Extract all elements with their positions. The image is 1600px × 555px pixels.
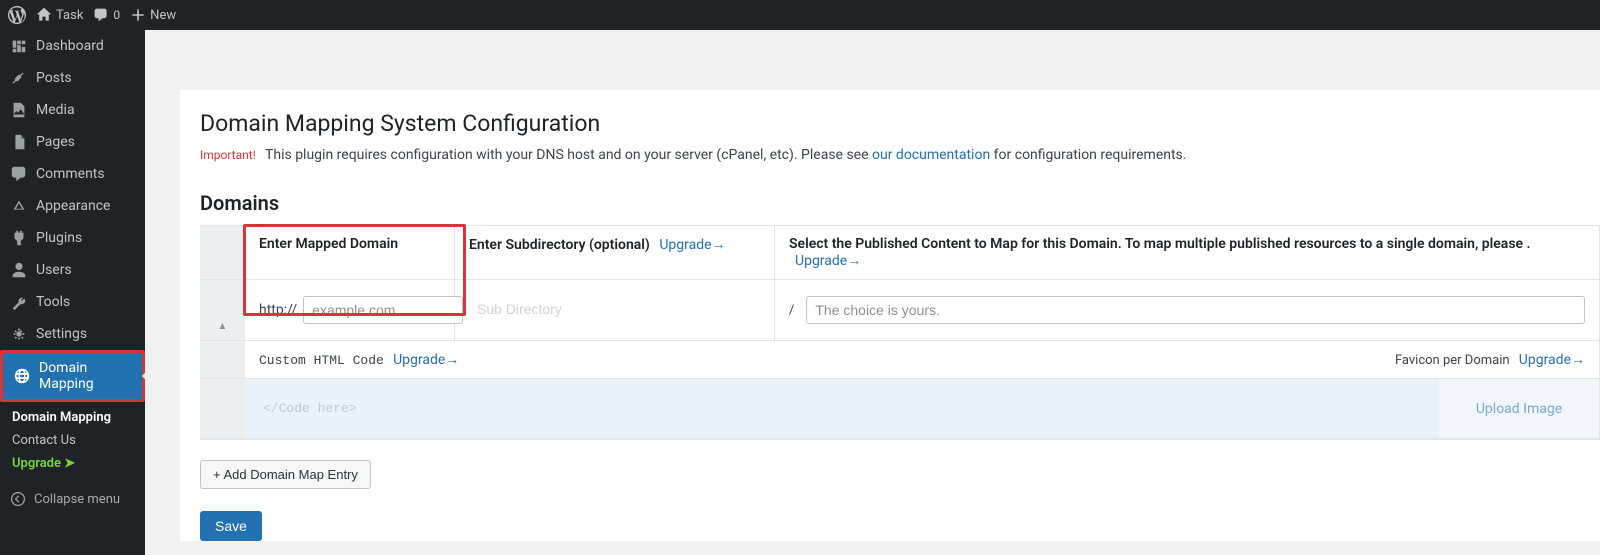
admin-bar: Task 0 New <box>0 0 1600 30</box>
sidebar-item-label: Appearance <box>36 198 110 214</box>
col-mapped-domain-head: Enter Mapped Domain <box>245 226 455 279</box>
custom-html-upgrade-link[interactable]: Upgrade→ <box>393 352 459 368</box>
domains-heading: Domains <box>200 191 1600 215</box>
comment-icon <box>93 7 109 23</box>
col-subdirectory-head: Enter Subdirectory (optional) Upgrade→ <box>455 226 775 279</box>
sidebar-item-label: Plugins <box>36 230 82 246</box>
comments-count: 0 <box>113 8 120 22</box>
col2-label: Enter Subdirectory (optional) <box>469 237 650 253</box>
drag-column <box>200 226 245 279</box>
new-label: New <box>150 8 176 23</box>
documentation-link[interactable]: our documentation <box>872 147 990 163</box>
comments-link[interactable]: 0 <box>93 7 120 23</box>
collapse-menu[interactable]: Collapse menu <box>0 483 145 515</box>
site-name: Task <box>56 8 83 23</box>
sidebar-item-label: Dashboard <box>36 38 104 54</box>
submenu-contact-us[interactable]: Contact Us <box>12 429 145 452</box>
settings-icon <box>10 325 28 343</box>
http-prefix: http:// <box>259 302 297 318</box>
col-content-head: Select the Published Content to Map for … <box>775 226 1599 279</box>
config-panel: Domain Mapping System Configuration Impo… <box>180 90 1600 541</box>
plus-icon <box>130 7 146 23</box>
tools-icon <box>10 293 28 311</box>
custom-html-textarea: </Code here> <box>245 379 1439 438</box>
col1-label: Enter Mapped Domain <box>259 236 398 252</box>
sidebar-item-label: Posts <box>36 70 72 86</box>
submenu-upgrade[interactable]: Upgrade ➤ <box>12 452 145 475</box>
domain-cell: http:// <box>245 280 455 340</box>
home-icon <box>36 7 52 23</box>
sidebar-item-settings[interactable]: Settings <box>0 318 145 350</box>
submenu-domain-mapping[interactable]: Domain Mapping <box>12 406 145 429</box>
table-code-row: </Code here> Upload Image <box>200 379 1599 439</box>
custom-html-label: Custom HTML Code <box>259 353 384 368</box>
upload-image-button: Upload Image <box>1439 379 1599 438</box>
config-notice: Important! This plugin requires configur… <box>200 147 1600 163</box>
content-upgrade-link[interactable]: Upgrade→ <box>795 253 861 269</box>
sidebar-item-plugins[interactable]: Plugins <box>0 222 145 254</box>
comments-icon <box>10 165 28 183</box>
appearance-icon <box>10 197 28 215</box>
custom-html-head: Custom HTML Code Upgrade→ <box>245 341 1381 378</box>
table-subheader-row: Custom HTML Code Upgrade→ Favicon per Do… <box>200 341 1599 379</box>
highlight-annotation-sidebar: Domain Mapping <box>0 350 145 402</box>
users-icon <box>10 261 28 279</box>
subdir-cell <box>455 280 775 340</box>
table-input-row: ▲ http:// / <box>200 280 1599 341</box>
sidebar-item-label: Settings <box>36 326 87 342</box>
favicon-head: Favicon per Domain Upgrade→ <box>1381 341 1599 378</box>
collapse-label: Collapse menu <box>34 492 120 507</box>
domain-mapping-table: Enter Mapped Domain Enter Subdirectory (… <box>200 225 1600 440</box>
subdir-upgrade-link[interactable]: Upgrade→ <box>659 237 725 253</box>
sidebar-item-label: Pages <box>36 134 75 150</box>
drag-handle[interactable]: ▲ <box>200 280 245 340</box>
globe-icon <box>13 367 31 385</box>
page-title: Domain Mapping System Configuration <box>200 110 1600 137</box>
sidebar-item-label: Comments <box>36 166 105 182</box>
favicon-upgrade-link[interactable]: Upgrade→ <box>1519 352 1585 368</box>
sidebar-item-posts[interactable]: Posts <box>0 62 145 94</box>
pages-icon <box>10 133 28 151</box>
sidebar-item-label: Media <box>36 102 75 118</box>
wordpress-icon <box>8 6 26 24</box>
sidebar-item-comments[interactable]: Comments <box>0 158 145 190</box>
pin-icon <box>10 69 28 87</box>
admin-sidebar: Dashboard Posts Media Pages Comments App… <box>0 30 145 555</box>
subdirectory-input <box>469 296 739 322</box>
add-domain-button[interactable]: + Add Domain Map Entry <box>200 460 371 489</box>
content-select-input[interactable] <box>806 296 1585 324</box>
dashboard-icon <box>10 37 28 55</box>
sidebar-item-appearance[interactable]: Appearance <box>0 190 145 222</box>
sidebar-item-dashboard[interactable]: Dashboard <box>0 30 145 62</box>
main-content: Domain Mapping System Configuration Impo… <box>145 30 1600 555</box>
sidebar-item-users[interactable]: Users <box>0 254 145 286</box>
sidebar-item-label: Tools <box>36 294 70 310</box>
favicon-label: Favicon per Domain <box>1395 353 1510 368</box>
slash-separator: / <box>789 303 794 318</box>
sidebar-item-pages[interactable]: Pages <box>0 126 145 158</box>
sidebar-item-label: Domain Mapping <box>39 360 132 392</box>
wp-logo[interactable] <box>8 6 26 24</box>
important-label: Important! <box>200 148 256 162</box>
drag-column-3 <box>200 379 245 438</box>
new-link[interactable]: New <box>130 7 176 23</box>
sidebar-submenu: Domain Mapping Contact Us Upgrade ➤ <box>0 402 145 483</box>
collapse-icon <box>10 491 26 507</box>
sidebar-item-domain-mapping[interactable]: Domain Mapping <box>3 353 142 399</box>
plugins-icon <box>10 229 28 247</box>
table-header-row: Enter Mapped Domain Enter Subdirectory (… <box>200 226 1599 280</box>
sidebar-item-label: Users <box>36 262 72 278</box>
col3-label: Select the Published Content to Map for … <box>789 236 1531 252</box>
notice-text-post: for configuration requirements. <box>994 147 1187 163</box>
drag-column-2 <box>200 341 245 378</box>
notice-text-pre: This plugin requires configuration with … <box>265 147 872 163</box>
content-cell: / <box>775 280 1599 340</box>
sidebar-item-tools[interactable]: Tools <box>0 286 145 318</box>
site-link[interactable]: Task <box>36 7 83 23</box>
sidebar-item-media[interactable]: Media <box>0 94 145 126</box>
save-button[interactable]: Save <box>200 511 262 541</box>
media-icon <box>10 101 28 119</box>
domain-input[interactable] <box>303 296 463 324</box>
